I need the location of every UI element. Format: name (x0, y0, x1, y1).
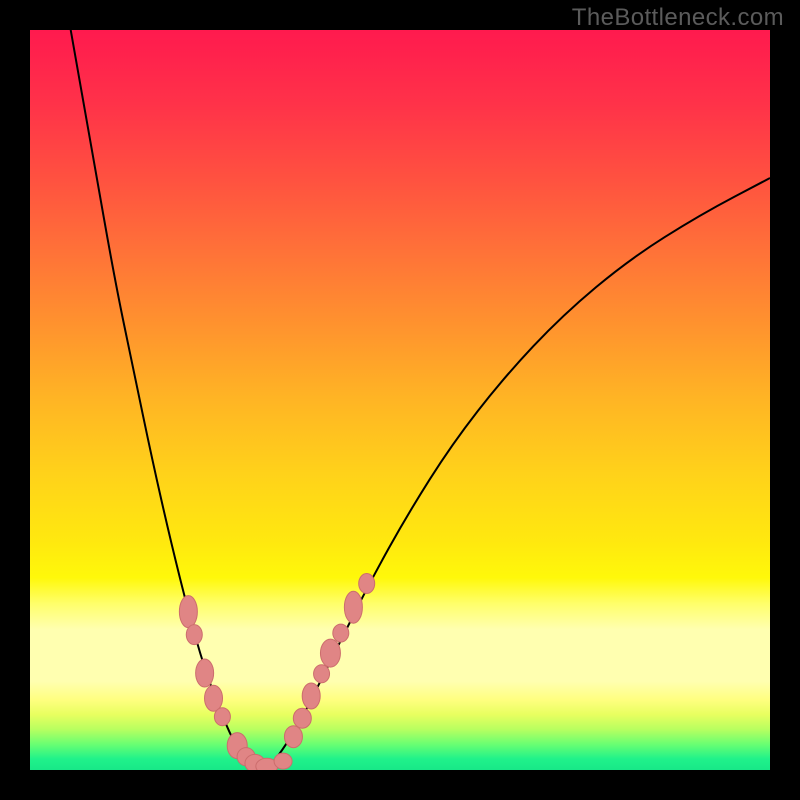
gradient-background (30, 30, 770, 770)
scatter-dot (302, 683, 320, 709)
scatter-dot (344, 591, 362, 623)
scatter-dot (293, 708, 311, 728)
attribution-text: TheBottleneck.com (572, 4, 784, 32)
scatter-dot (214, 708, 230, 726)
scatter-dot (196, 659, 214, 687)
bottleneck-curve-plot (30, 30, 770, 770)
scatter-dot (320, 639, 340, 667)
scatter-dot (284, 726, 302, 748)
scatter-dot (205, 685, 223, 711)
scatter-dot (274, 753, 292, 769)
scatter-dot (333, 624, 349, 642)
scatter-dot (186, 625, 202, 645)
scatter-dot (179, 596, 197, 628)
scatter-dot (359, 574, 375, 594)
scatter-dot (314, 665, 330, 683)
